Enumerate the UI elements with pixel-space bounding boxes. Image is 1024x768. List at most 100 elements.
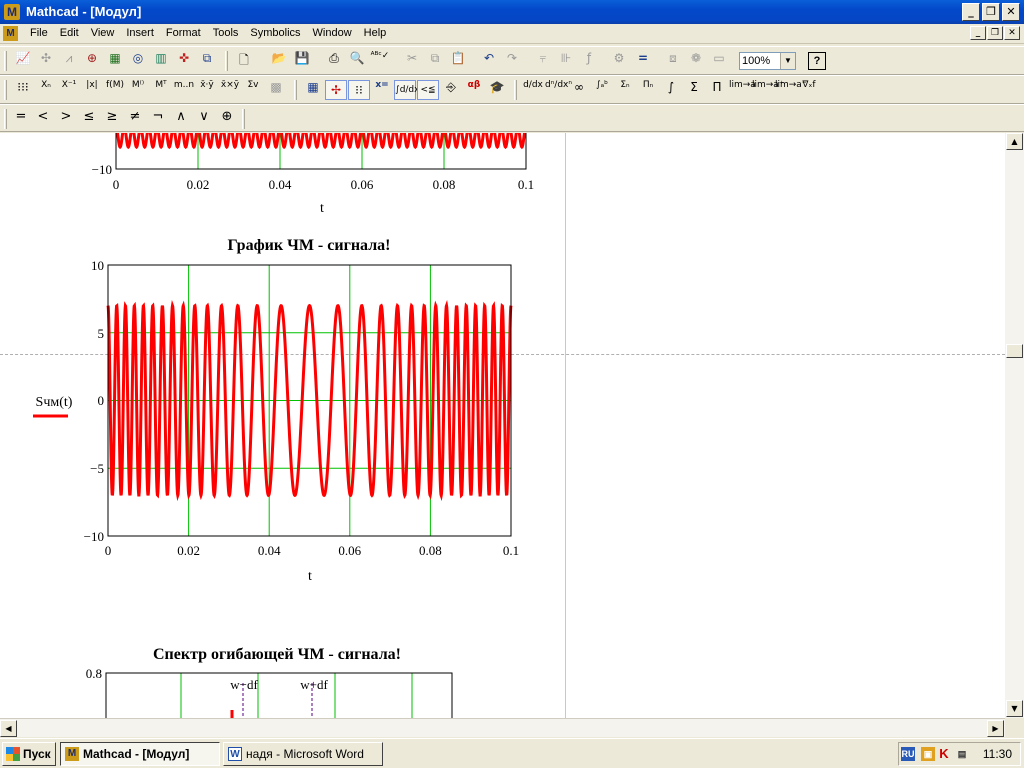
3d-scatter-icon[interactable]: ⊕ <box>81 51 103 71</box>
menu-tools[interactable]: Tools <box>207 27 245 39</box>
doc-close-button[interactable]: ✕ <box>1004 26 1020 40</box>
align-down-icon[interactable]: ⊪ <box>555 51 577 71</box>
cross-product-icon[interactable]: x̄×ȳ <box>219 80 241 100</box>
left-limit-icon[interactable]: lim→a⁻ <box>775 80 807 100</box>
toolbar-grip[interactable] <box>225 51 228 71</box>
toolbar-grip[interactable] <box>514 80 517 100</box>
paste-icon[interactable]: 📋 <box>447 51 469 71</box>
vector-derivative-icon[interactable]: ∇ₓf <box>798 80 820 100</box>
less-than-operator-button[interactable]: < <box>32 109 54 129</box>
and-operator-button[interactable]: ∧ <box>170 109 192 129</box>
redo-icon[interactable]: ↷ <box>501 51 523 71</box>
or-operator-button[interactable]: ∨ <box>193 109 215 129</box>
range-icon[interactable]: m..n <box>173 80 195 100</box>
menu-format[interactable]: Format <box>160 27 207 39</box>
insert-function-icon[interactable]: ƒ <box>578 51 600 71</box>
xy-plot-icon[interactable]: 📈 <box>12 51 34 71</box>
help-button[interactable]: ? <box>808 52 826 70</box>
menu-symbolics[interactable]: Symbolics <box>244 27 306 39</box>
insert-component-icon[interactable]: ⧈ <box>662 51 684 71</box>
horizontal-scrollbar[interactable]: ◀ ▶ <box>0 718 1005 737</box>
derivative-icon[interactable]: d/dx <box>522 80 544 100</box>
document-icon[interactable]: M <box>3 26 18 41</box>
print-icon[interactable]: ⎙ <box>323 51 345 71</box>
scroll-left-icon[interactable]: ◀ <box>0 720 17 737</box>
programming-toolbar-icon[interactable]: ⎆ <box>440 80 462 100</box>
doc-minimize-button[interactable]: _ <box>970 26 986 40</box>
indefinite-integral-icon[interactable]: ∫ <box>660 80 682 100</box>
calculate-icon[interactable]: = <box>632 51 654 71</box>
picture-icon[interactable]: ▩ <box>265 80 287 100</box>
xor-operator-button[interactable]: ⊕ <box>216 109 238 129</box>
undo-icon[interactable]: ↶ <box>478 51 500 71</box>
copy-icon[interactable]: ⧉ <box>424 51 446 71</box>
surface-plot-icon[interactable]: ⩘ <box>58 51 80 71</box>
minimize-button[interactable]: _ <box>962 3 980 21</box>
inverse-icon[interactable]: X⁻¹ <box>58 80 80 100</box>
align-across-icon[interactable]: ⫧ <box>532 51 554 71</box>
menu-help[interactable]: Help <box>358 27 393 39</box>
not-operator-button[interactable]: ¬ <box>147 109 169 129</box>
scroll-down-icon[interactable]: ▼ <box>1006 700 1023 717</box>
window-icon[interactable]: ▭ <box>708 51 730 71</box>
column-icon[interactable]: M⁽⁾ <box>127 80 149 100</box>
calculator-icon[interactable]: ▦ <box>302 80 324 100</box>
vertical-scrollbar[interactable]: ▲ ▼ <box>1005 133 1024 718</box>
trace-icon[interactable]: ✜ <box>173 51 195 71</box>
dot-product-icon[interactable]: x̄·ȳ <box>196 80 218 100</box>
toolbar-grip[interactable] <box>4 80 7 100</box>
greater-equal-operator-button[interactable]: ≥ <box>101 109 123 129</box>
zoom-plot-icon[interactable]: ⧉ <box>196 51 218 71</box>
restore-button[interactable]: ❐ <box>982 3 1000 21</box>
worksheet[interactable]: −10 0 0.02 0.04 0.06 0.08 0.1 t График ЧМ - с… <box>0 133 1005 718</box>
menu-view[interactable]: View <box>85 27 121 39</box>
top-plot[interactable]: −10 0 0.02 0.04 0.06 0.08 0.1 t <box>92 133 534 216</box>
insert-unit-icon[interactable]: ⚙ <box>608 51 630 71</box>
toolbar-grip[interactable] <box>294 80 297 100</box>
menu-edit[interactable]: Edit <box>54 27 85 39</box>
greater-than-operator-button[interactable]: > <box>55 109 77 129</box>
matrix-toolbar-icon[interactable]: ⁝⁝ <box>348 80 370 100</box>
menu-insert[interactable]: Insert <box>120 27 160 39</box>
mathcad-app-icon[interactable]: M <box>4 4 20 20</box>
evaluation-toolbar-icon[interactable]: x= <box>371 80 393 100</box>
network-icon[interactable]: ▤ <box>955 747 969 761</box>
nth-derivative-icon[interactable]: dⁿ/dxⁿ <box>545 80 572 100</box>
bar-plot-icon[interactable]: ▥ <box>150 51 172 71</box>
start-button[interactable]: Пуск <box>2 742 56 766</box>
greek-toolbar-icon[interactable]: αβ <box>463 80 485 100</box>
right-limit-icon[interactable]: lim→a⁺ <box>752 80 784 100</box>
spectrum-plot[interactable]: Спектр огибающей ЧМ - сигнала! 0.8 w−df … <box>86 646 453 718</box>
spellcheck-icon[interactable]: ᴬᴮᶜ✓ <box>369 51 391 71</box>
toolbar-grip[interactable] <box>4 109 7 129</box>
taskbar-item-word[interactable]: W надя - Microsoft Word <box>223 742 383 766</box>
toolbar-grip[interactable] <box>242 109 245 129</box>
vector-field-icon[interactable]: ◎ <box>127 51 149 71</box>
calculus-toolbar-icon[interactable]: ∫d/dx <box>394 80 419 100</box>
chevron-down-icon[interactable]: ▼ <box>780 53 795 69</box>
save-icon[interactable]: 💾 <box>291 51 313 71</box>
fm-plot[interactable]: График ЧМ - сигнала! 10 5 0 −5 −10 0 0.02… <box>33 237 519 584</box>
infinity-icon[interactable]: ∞ <box>568 80 590 100</box>
scroll-thumb[interactable] <box>1006 344 1023 358</box>
open-folder-icon[interactable]: 📂 <box>268 51 290 71</box>
polar-plot-icon[interactable]: ✣ <box>35 51 57 71</box>
range-product-icon[interactable]: Πₙ <box>637 80 659 100</box>
vectorize-icon[interactable]: f(M) <box>104 80 126 100</box>
doc-restore-button[interactable]: ❐ <box>987 26 1003 40</box>
zoom-select[interactable]: 100% ▼ <box>739 52 796 70</box>
subscript-icon[interactable]: Xₙ <box>35 80 57 100</box>
vector-sum-icon[interactable]: Σv <box>242 80 264 100</box>
cut-icon[interactable]: ✂ <box>401 51 423 71</box>
boolean-toolbar-icon[interactable]: <≦ <box>417 80 439 100</box>
menu-file[interactable]: File <box>24 27 54 39</box>
graph-toolbar-icon[interactable]: ✢ <box>325 80 347 100</box>
not-equal-operator-button[interactable]: ≠ <box>124 109 146 129</box>
determinant-icon[interactable]: |x| <box>81 80 103 100</box>
contour-plot-icon[interactable]: ▦ <box>104 51 126 71</box>
less-equal-operator-button[interactable]: ≤ <box>78 109 100 129</box>
transpose-icon[interactable]: Mᵀ <box>150 80 172 100</box>
resources-icon[interactable]: ❁ <box>685 51 707 71</box>
scroll-right-icon[interactable]: ▶ <box>987 720 1004 737</box>
tray-app-icon[interactable]: ▣ <box>921 747 935 761</box>
